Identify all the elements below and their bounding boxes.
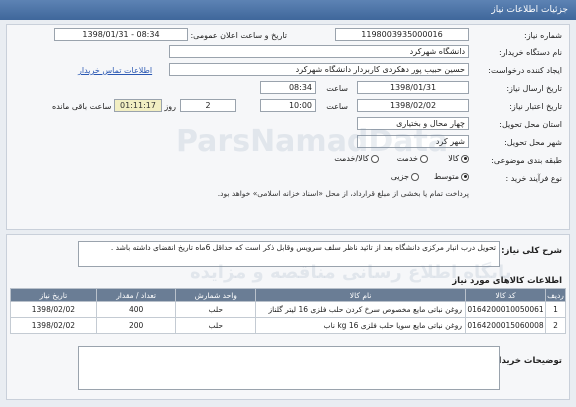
remaining-days-field: 2 — [180, 99, 236, 112]
deadline-label: تاریخ اعتبار نیاز: — [509, 102, 562, 111]
column-header: تعداد / مقدار — [95, 288, 177, 302]
announce-label: تاریخ و ساعت اعلان عمومی: — [190, 31, 287, 40]
send-time-label: ساعت — [326, 84, 348, 93]
category-option-service[interactable]: خدمت — [397, 154, 428, 163]
province-label: استان محل تحویل: — [499, 120, 562, 129]
goods-section-title: اطلاعات کالاهای مورد نیاز — [452, 276, 562, 286]
quantity-cell: 400 — [95, 301, 177, 318]
send-date-label: تاریخ ارسال نیاز: — [506, 84, 562, 93]
city-field: شهر کرد — [357, 135, 469, 148]
category-option-label: کالا — [448, 154, 459, 163]
category-option-goods[interactable]: کالا — [448, 154, 469, 163]
item-name-cell: روغن نباتی مایع سویا حلب فلزی 16 kg ناب — [255, 317, 467, 334]
process-note: پرداخت تمام یا بخشی از مبلغ قرارداد، از … — [217, 189, 469, 198]
column-header: واحد شمارش — [175, 288, 257, 302]
creator-label: ایجاد کننده درخواست: — [488, 66, 562, 75]
radio-empty-icon — [420, 154, 428, 163]
process-option-medium[interactable]: متوسط — [434, 172, 469, 181]
table-row: 2 0164200015060008 روغن نباتی مایع سویا … — [10, 317, 566, 334]
item-name-cell: روغن نباتی مایع مخصوص سرخ کردن حلب فلزی … — [255, 301, 467, 318]
province-field: چهار محال و بختیاری — [357, 117, 469, 130]
buyer-notes-label: توضیحات خریدار: — [490, 356, 562, 366]
unit-cell: حلب — [175, 301, 257, 318]
process-option-label: متوسط — [433, 172, 459, 181]
buyer-contact-link[interactable]: اطلاعات تماس خریدار — [78, 66, 152, 75]
summary-text: تحویل درب انبار مرکزی دانشگاه بعد از تائ… — [110, 243, 496, 252]
remaining-time-field: 01:11:17 — [114, 99, 162, 112]
need-date-cell: 1398/02/02 — [10, 317, 97, 334]
column-header: کد کالا — [465, 288, 547, 302]
send-time-field: 08:34 — [260, 81, 316, 94]
buyer-label: نام دستگاه خریدار: — [499, 48, 562, 57]
creator-field: حسین حبیب پور دهکردی کاربردار دانشگاه شه… — [169, 63, 469, 76]
item-code-cell: 0164200010050061 — [465, 301, 547, 318]
category-option-label: خدمت — [396, 154, 418, 163]
unit-cell: حلب — [175, 317, 257, 334]
summary-box: تحویل درب انبار مرکزی دانشگاه بعد از تائ… — [78, 241, 500, 267]
goods-table: ردیف کد کالا نام کالا واحد شمارش تعداد /… — [10, 288, 566, 334]
page-header: جزئیات اطلاعات نیاز — [0, 0, 576, 20]
radio-selected-icon — [461, 172, 469, 181]
quantity-cell: 200 — [95, 317, 177, 334]
column-header: نام کالا — [255, 288, 467, 302]
city-label: شهر محل تحویل: — [504, 138, 562, 147]
process-label: نوع فرآیند خرید : — [505, 174, 562, 183]
need-date-cell: 1398/02/02 — [10, 301, 97, 318]
need-number-label: شماره نیاز: — [524, 31, 562, 40]
announce-field: 1398/01/31 - 08:34 — [54, 28, 188, 41]
radio-empty-icon — [411, 172, 419, 181]
column-header: ردیف — [545, 288, 566, 302]
table-row: 1 0164200010050061 روغن نباتی مایع مخصوص… — [10, 301, 566, 318]
deadline-time-field: 10:00 — [260, 99, 316, 112]
summary-label: شرح کلی نیاز: — [501, 246, 562, 256]
category-option-both[interactable]: کالا/خدمت — [334, 154, 379, 163]
category-option-label: کالا/خدمت — [334, 154, 369, 163]
column-header: تاریخ نیاز — [10, 288, 97, 302]
buyer-notes-box — [78, 346, 500, 390]
process-option-minor[interactable]: جزیی — [391, 172, 419, 181]
deadline-time-label: ساعت — [326, 102, 348, 111]
item-code-cell: 0164200015060008 — [465, 317, 547, 334]
remaining-time-label: ساعت باقی مانده — [52, 102, 112, 111]
radio-selected-icon — [461, 154, 469, 163]
buyer-field: دانشگاه شهرکرد — [169, 45, 469, 58]
category-label: طبقه بندی موضوعی: — [491, 156, 562, 165]
need-number-field: 1198003935000016 — [335, 28, 469, 41]
page-title: جزئیات اطلاعات نیاز — [491, 5, 568, 15]
deadline-date-field: 1398/02/02 — [357, 99, 469, 112]
radio-empty-icon — [371, 154, 379, 163]
process-option-label: جزیی — [390, 172, 409, 181]
goods-table-header: ردیف کد کالا نام کالا واحد شمارش تعداد /… — [10, 288, 566, 302]
row-number-cell: 1 — [545, 301, 566, 318]
send-date-field: 1398/01/31 — [357, 81, 469, 94]
row-number-cell: 2 — [545, 317, 566, 334]
